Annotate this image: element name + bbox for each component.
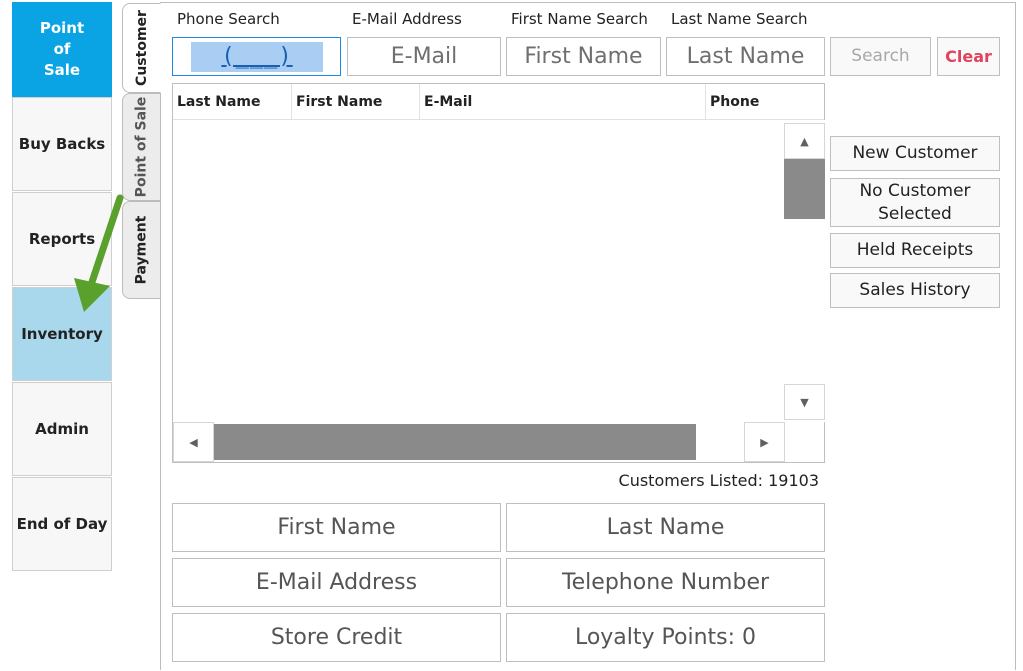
tab-payment-label: Payment [133,215,150,285]
horizontal-scroll-thumb[interactable] [214,424,696,460]
nav-admin[interactable]: Admin [12,382,112,476]
phone-search-label: Phone Search [177,10,280,28]
first-name-search-label: First Name Search [511,10,648,28]
tab-point-of-sale-label: Point of Sale [133,96,150,198]
tab-point-of-sale[interactable]: Point of Sale [122,93,161,201]
last-name-search-label: Last Name Search [671,10,808,28]
vertical-scrollbar[interactable]: ▲ ▼ [784,120,825,422]
tab-payment[interactable]: Payment [122,201,161,299]
grid-header: Last Name First Name E-Mail Phone [173,84,824,120]
column-header-email[interactable]: E-Mail [420,84,706,120]
sales-history-button[interactable]: Sales History [830,273,1000,308]
nav-buy-backs[interactable]: Buy Backs [12,97,112,191]
store-credit-field[interactable]: Store Credit [172,613,501,662]
first-name-search-input[interactable] [506,37,661,76]
last-name-search-input[interactable] [666,37,825,76]
nav-inventory[interactable]: Inventory [12,287,112,381]
scroll-down-icon[interactable]: ▼ [784,384,825,420]
loyalty-points-field[interactable]: Loyalty Points: 0 [506,613,825,662]
last-name-field[interactable]: Last Name [506,503,825,552]
horizontal-scrollbar[interactable]: ◀ ▶ [173,422,785,462]
scroll-right-icon[interactable]: ▶ [744,422,785,462]
customers-listed-count: Customers Listed: 19103 [618,471,819,490]
phone-mask-selection: (___) ___-____ [191,42,323,99]
clear-button[interactable]: Clear [937,37,1000,76]
first-name-field[interactable]: First Name [172,503,501,552]
held-receipts-button[interactable]: Held Receipts [830,233,1000,268]
tab-customer[interactable]: Customer [122,3,161,93]
customer-grid[interactable]: Last Name First Name E-Mail Phone ▲ ▼ ◀ … [172,83,825,463]
nav-reports[interactable]: Reports [12,192,112,286]
no-customer-selected-button[interactable]: No Customer Selected [830,178,1000,227]
email-search-label: E-Mail Address [352,10,462,28]
telephone-number-field[interactable]: Telephone Number [506,558,825,607]
column-header-last-name[interactable]: Last Name [173,84,292,120]
column-header-phone[interactable]: Phone [706,84,824,120]
email-address-field[interactable]: E-Mail Address [172,558,501,607]
email-search-input[interactable] [347,37,501,76]
vertical-scroll-thumb[interactable] [784,159,825,219]
scroll-up-icon[interactable]: ▲ [784,123,825,159]
nav-point-of-sale[interactable]: Point of Sale [12,2,112,97]
search-button[interactable]: Search [830,37,931,76]
tab-customer-label: Customer [133,10,150,86]
column-header-first-name[interactable]: First Name [292,84,420,120]
phone-search-input[interactable]: (___) ___-____ [172,37,341,99]
new-customer-button[interactable]: New Customer [830,136,1000,171]
nav-end-of-day[interactable]: End of Day [12,477,112,571]
scroll-left-icon[interactable]: ◀ [173,422,214,462]
